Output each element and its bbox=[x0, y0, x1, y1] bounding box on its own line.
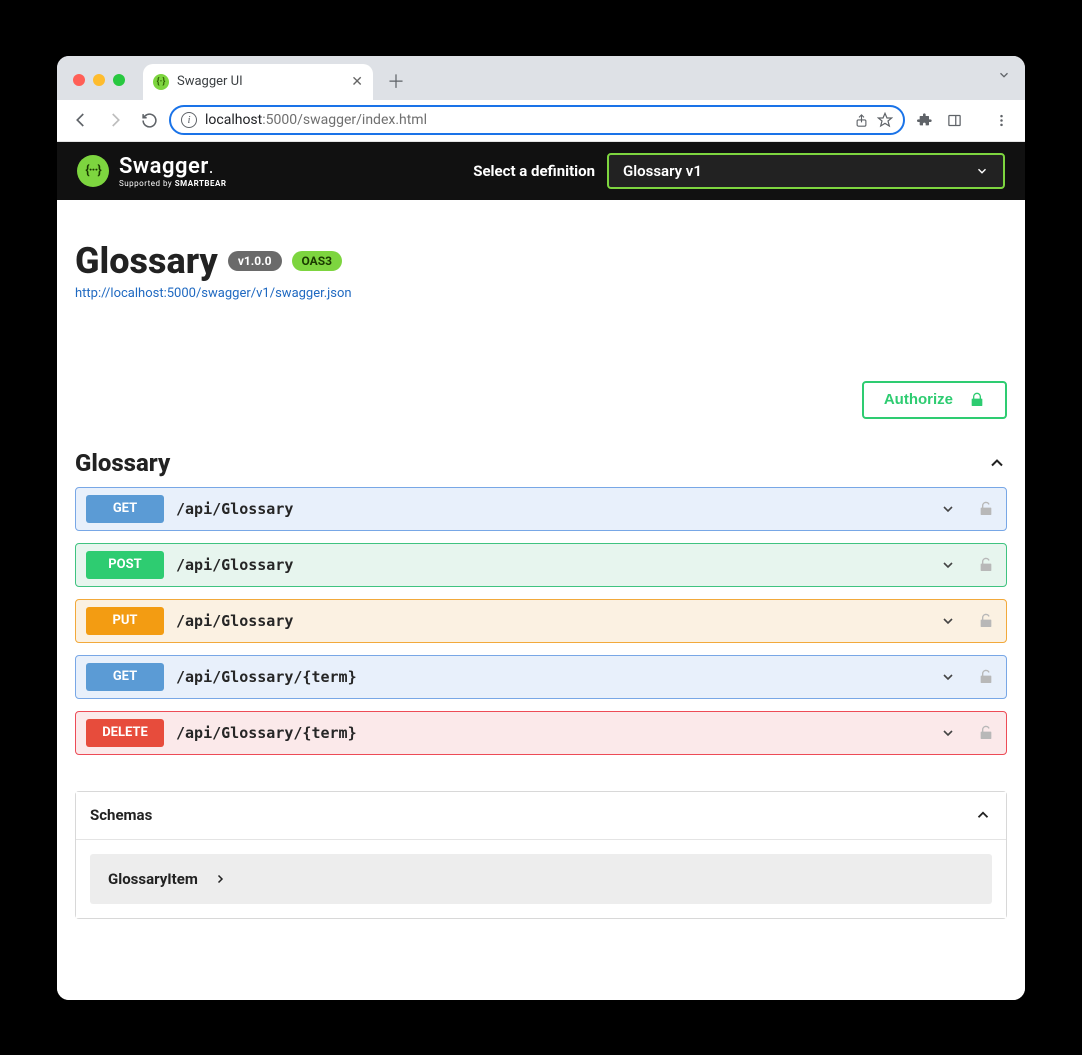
swagger-logo-text: Swagger bbox=[119, 154, 209, 179]
swagger-logo-icon: {···} bbox=[77, 155, 109, 187]
tabs-overflow-icon[interactable] bbox=[997, 68, 1011, 82]
window-minimize-icon[interactable] bbox=[93, 74, 105, 86]
operation-row[interactable]: GET/api/Glossary/{term} bbox=[75, 655, 1007, 699]
new-tab-button[interactable]: ＋ bbox=[383, 68, 409, 94]
forward-button[interactable] bbox=[101, 106, 129, 134]
api-oas-badge: OAS3 bbox=[292, 251, 343, 271]
operation-row[interactable]: PUT/api/Glossary bbox=[75, 599, 1007, 643]
http-method-badge: POST bbox=[86, 551, 164, 579]
definition-select-label: Select a definition bbox=[473, 162, 595, 180]
chevron-up-icon bbox=[974, 806, 992, 824]
url-text: localhost:5000/swagger/index.html bbox=[205, 112, 427, 128]
operation-row[interactable]: POST/api/Glossary bbox=[75, 543, 1007, 587]
authorize-button[interactable]: Authorize bbox=[862, 381, 1007, 419]
chevron-down-icon bbox=[975, 164, 989, 178]
api-info: Glossary v1.0.0 OAS3 http://localhost:50… bbox=[75, 200, 1007, 311]
tab-title: Swagger UI bbox=[177, 74, 343, 89]
tab-favicon-icon: {·} bbox=[153, 74, 169, 90]
unlock-icon[interactable] bbox=[978, 501, 994, 517]
window-controls bbox=[73, 74, 125, 86]
schemas-header[interactable]: Schemas bbox=[76, 792, 1006, 840]
operation-path: /api/Glossary bbox=[176, 612, 293, 630]
toolbar-right bbox=[911, 112, 1015, 128]
swagger-topbar: {···} Swagger. Supported by SMARTBEAR Se… bbox=[57, 142, 1025, 200]
schema-item-name: GlossaryItem bbox=[108, 870, 198, 888]
schemas-title: Schemas bbox=[90, 806, 152, 824]
schemas-section: Schemas GlossaryItem bbox=[75, 791, 1007, 919]
operation-path: /api/Glossary/{term} bbox=[176, 668, 357, 686]
chevron-up-icon bbox=[987, 453, 1007, 473]
tag-header[interactable]: Glossary bbox=[75, 449, 1007, 477]
tag-name: Glossary bbox=[75, 449, 170, 477]
api-spec-link[interactable]: http://localhost:5000/swagger/v1/swagger… bbox=[75, 286, 352, 301]
back-button[interactable] bbox=[67, 106, 95, 134]
swagger-logo-sub: Supported by SMARTBEAR bbox=[119, 179, 227, 188]
http-method-badge: GET bbox=[86, 495, 164, 523]
bookmark-icon[interactable] bbox=[877, 112, 893, 128]
chevron-down-icon bbox=[940, 669, 956, 685]
api-version-badge: v1.0.0 bbox=[228, 251, 282, 271]
authorize-label: Authorize bbox=[884, 391, 953, 408]
operation-path: /api/Glossary/{term} bbox=[176, 724, 357, 742]
reload-button[interactable] bbox=[135, 106, 163, 134]
operation-row[interactable]: GET/api/Glossary bbox=[75, 487, 1007, 531]
browser-toolbar: i localhost:5000/swagger/index.html bbox=[57, 100, 1025, 142]
chevron-down-icon bbox=[940, 613, 956, 629]
window-maximize-icon[interactable] bbox=[113, 74, 125, 86]
swagger-content: Glossary v1.0.0 OAS3 http://localhost:50… bbox=[57, 200, 1025, 1000]
unlock-icon[interactable] bbox=[978, 613, 994, 629]
lock-icon bbox=[969, 392, 985, 408]
browser-tabbar: {·} Swagger UI ✕ ＋ bbox=[57, 56, 1025, 100]
window-close-icon[interactable] bbox=[73, 74, 85, 86]
panel-icon[interactable] bbox=[947, 113, 962, 128]
operation-path: /api/Glossary bbox=[176, 556, 293, 574]
definition-select-value: Glossary v1 bbox=[623, 162, 702, 180]
api-title: Glossary bbox=[75, 240, 218, 282]
tab-close-icon[interactable]: ✕ bbox=[351, 74, 363, 90]
http-method-badge: GET bbox=[86, 663, 164, 691]
unlock-icon[interactable] bbox=[978, 557, 994, 573]
unlock-icon[interactable] bbox=[978, 725, 994, 741]
extensions-icon[interactable] bbox=[917, 112, 933, 128]
chevron-right-icon bbox=[214, 873, 226, 885]
chevron-down-icon bbox=[940, 725, 956, 741]
chevron-down-icon bbox=[940, 557, 956, 573]
site-info-icon[interactable]: i bbox=[181, 112, 197, 128]
operations-list: GET/api/GlossaryPOST/api/GlossaryPUT/api… bbox=[75, 487, 1007, 755]
share-icon[interactable] bbox=[854, 113, 869, 128]
http-method-badge: DELETE bbox=[86, 719, 164, 747]
unlock-icon[interactable] bbox=[978, 669, 994, 685]
swagger-logo: {···} Swagger. Supported by SMARTBEAR bbox=[77, 154, 227, 188]
browser-tab[interactable]: {·} Swagger UI ✕ bbox=[143, 64, 373, 100]
address-bar[interactable]: i localhost:5000/swagger/index.html bbox=[169, 105, 905, 135]
browser-window: {·} Swagger UI ✕ ＋ i localhost:5000/swag… bbox=[57, 56, 1025, 1000]
schema-item[interactable]: GlossaryItem bbox=[90, 854, 992, 904]
http-method-badge: PUT bbox=[86, 607, 164, 635]
definition-select[interactable]: Glossary v1 bbox=[607, 153, 1005, 189]
operation-row[interactable]: DELETE/api/Glossary/{term} bbox=[75, 711, 1007, 755]
operation-path: /api/Glossary bbox=[176, 500, 293, 518]
menu-icon[interactable] bbox=[994, 113, 1009, 128]
chevron-down-icon bbox=[940, 501, 956, 517]
